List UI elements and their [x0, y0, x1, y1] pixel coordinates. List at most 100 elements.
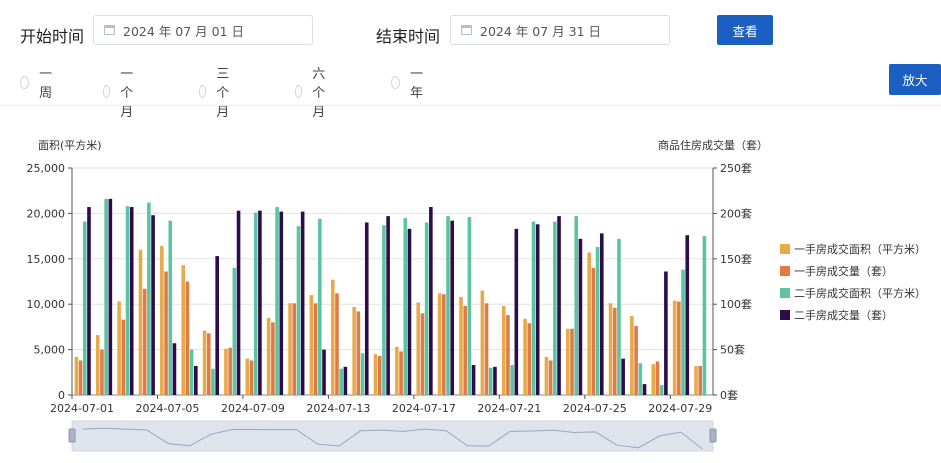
bar [236, 210, 241, 395]
x-tick-label: 2024-07-21 [477, 402, 541, 415]
bar [488, 367, 493, 395]
bar [206, 333, 211, 395]
bar [395, 346, 399, 395]
bar [442, 294, 446, 395]
bar [681, 269, 685, 395]
datazoom-left-handle-icon [68, 428, 76, 443]
bar [288, 303, 292, 395]
bar [399, 351, 403, 395]
right-y-tick-label: 250套 [720, 162, 752, 175]
left-axis-title: 面积(平方米) [38, 138, 102, 152]
left-y-tick-label: 20,000 [27, 207, 66, 220]
bar-chart: 0 0套 5,000 50套 10,000 100套 15,000 150套 20,000 200… [27, 138, 926, 452]
bar [459, 296, 463, 395]
bar [117, 301, 121, 395]
bar [450, 220, 455, 395]
bar [471, 365, 476, 395]
bar [612, 307, 617, 395]
bar [82, 221, 87, 395]
bar [429, 207, 433, 395]
left-y-tick-label: 25,000 [27, 162, 66, 175]
bar [104, 198, 108, 395]
bar [617, 238, 621, 395]
bar [702, 236, 707, 395]
legend-swatch [780, 266, 790, 276]
bar [493, 366, 497, 395]
bar [467, 217, 472, 395]
bar [300, 211, 305, 395]
bar [557, 216, 561, 395]
bar [151, 215, 155, 395]
bar [202, 330, 207, 395]
bar [343, 366, 348, 395]
bar [224, 348, 228, 395]
x-tick-label: 2024-07-09 [221, 402, 285, 415]
bar [164, 271, 168, 395]
x-tick-label: 2024-07-01 [50, 402, 114, 415]
bar [651, 364, 656, 395]
bar [403, 217, 408, 395]
bar [160, 246, 164, 395]
bar [245, 358, 250, 395]
legend-label: 二手房成交面积（平方米） [794, 286, 926, 300]
left-y-tick-label: 0 [58, 389, 65, 402]
bar [266, 317, 271, 395]
bar [382, 225, 386, 395]
right-y-tick-label: 0套 [720, 389, 738, 402]
bar [194, 365, 198, 395]
bar [698, 365, 703, 395]
right-y-tick-label: 100套 [720, 298, 752, 311]
x-tick-label: 2024-07-29 [648, 402, 712, 415]
bar [356, 311, 361, 395]
bar [621, 358, 625, 395]
left-y-tick-label: 15,000 [27, 253, 66, 266]
bar [373, 354, 378, 395]
bar [523, 318, 527, 395]
bar [578, 238, 583, 395]
bar [121, 319, 126, 395]
legend-label: 二手房成交量（套） [794, 308, 893, 322]
left-y-tick-label: 5,000 [34, 344, 66, 357]
bar [599, 233, 604, 395]
left-y-tick-label: 10,000 [27, 298, 66, 311]
x-tick-label: 2024-07-13 [306, 402, 370, 415]
bar [608, 303, 613, 395]
bar [309, 295, 314, 395]
bar [386, 216, 390, 395]
bar [377, 355, 382, 395]
bar [271, 322, 275, 395]
bar [677, 301, 681, 395]
bar [275, 207, 279, 395]
bar [659, 385, 664, 395]
bar [292, 303, 297, 395]
bar [100, 349, 104, 395]
legend-swatch [780, 310, 790, 320]
bar [249, 360, 254, 395]
bar [279, 211, 284, 395]
x-tick-label: 2024-07-17 [392, 402, 456, 415]
bar [672, 300, 677, 395]
bar [215, 256, 219, 395]
bar [129, 207, 134, 395]
bar [510, 365, 514, 395]
right-y-tick-label: 50套 [720, 344, 745, 357]
bar [570, 328, 574, 395]
bar [322, 349, 326, 395]
bar [339, 368, 343, 395]
bar [655, 361, 660, 395]
bar [574, 216, 579, 395]
bar [232, 267, 237, 395]
bar [142, 288, 147, 395]
bar [168, 220, 173, 395]
bar [296, 226, 301, 395]
bar [480, 290, 485, 395]
bar [446, 216, 450, 395]
bar [181, 265, 186, 395]
bar [484, 303, 489, 395]
datazoom-selection [72, 421, 713, 451]
bar [642, 384, 647, 395]
right-y-tick-label: 150套 [720, 253, 752, 266]
bar [87, 207, 91, 395]
bar [138, 249, 143, 395]
bar [514, 228, 519, 395]
